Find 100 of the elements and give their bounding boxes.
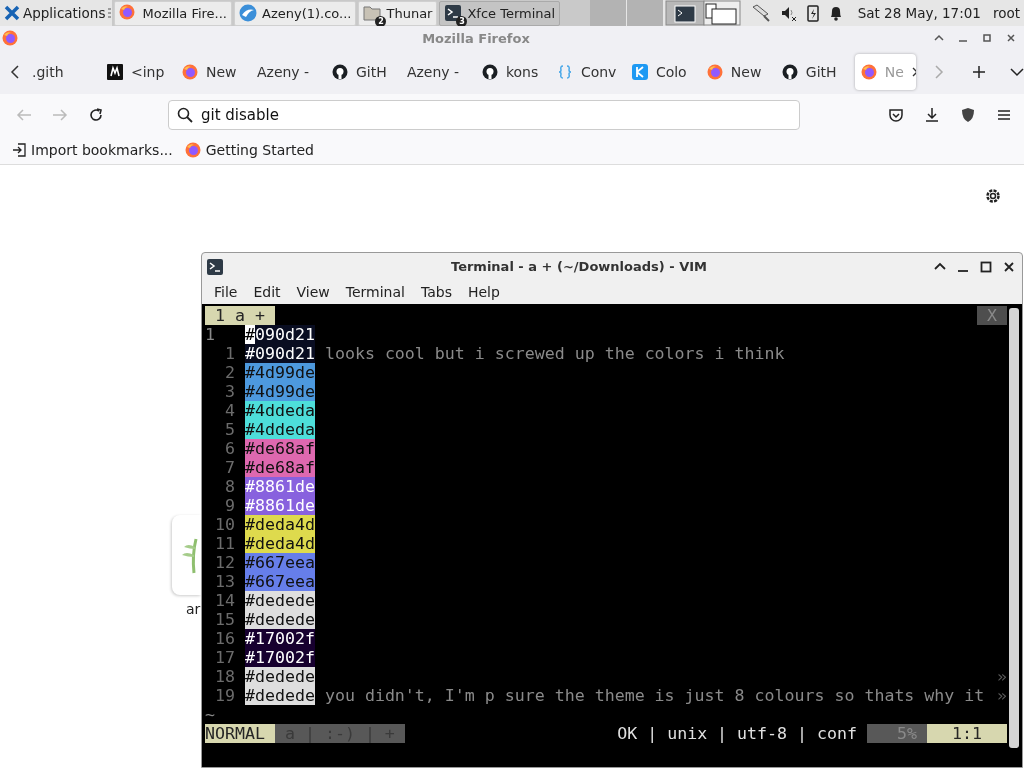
clock[interactable]: Sat 28 May, 17:01 <box>851 0 987 26</box>
line-number: 2 <box>224 363 236 382</box>
new-tab-icon[interactable] <box>972 65 986 79</box>
address-field[interactable]: git disable <box>168 100 800 130</box>
color-code: #17002f <box>245 629 315 648</box>
color-code: #dedede <box>245 591 315 610</box>
browser-tab[interactable]: Colo <box>625 54 699 90</box>
color-code: #090d21 <box>245 344 315 363</box>
color-code: #8861de <box>245 496 315 515</box>
firefox-icon <box>181 64 198 80</box>
workspace-pager-drawing[interactable] <box>589 0 742 26</box>
close-icon[interactable] <box>1006 33 1016 43</box>
download-icon[interactable] <box>924 107 940 123</box>
menu-item[interactable]: View <box>288 284 338 300</box>
vim-mode: NORMAL <box>205 724 275 743</box>
browser-tab[interactable]: Azeny - <box>250 54 324 90</box>
color-code: #dedede <box>245 686 315 705</box>
browser-tab[interactable]: GitH <box>775 54 849 90</box>
github-icon <box>331 64 348 80</box>
menu-item[interactable]: Terminal <box>337 284 413 300</box>
browser-tab[interactable]: .gith <box>26 54 99 90</box>
wrap-mark: » <box>997 667 1007 686</box>
taskbar-button[interactable]: 3 Xfce Terminal <box>439 0 561 26</box>
menu-item[interactable]: File <box>206 284 246 300</box>
line-text: you didn't, I'm p sure the theme is just 8 colours so thats why it <box>323 686 985 705</box>
pocket-icon[interactable] <box>888 107 904 123</box>
firefox-icon <box>119 4 136 20</box>
line-number: 4 <box>224 401 236 420</box>
menu-item[interactable]: Help <box>459 284 508 300</box>
color-code: #4ddeda <box>245 401 315 420</box>
scrollbar[interactable] <box>1009 308 1019 748</box>
tab-list-icon[interactable] <box>1010 65 1024 79</box>
reload-icon[interactable] <box>88 107 104 123</box>
shield-icon[interactable] <box>960 107 976 123</box>
globe-icon <box>239 4 257 22</box>
menu-item[interactable]: Tabs <box>412 284 460 300</box>
bookmark-item[interactable]: Getting Started <box>184 142 314 158</box>
browser-tab[interactable]: <inp <box>101 54 174 90</box>
line-number: 10 <box>214 515 236 534</box>
shortcut-tile[interactable] <box>172 515 201 595</box>
line-number: 9 <box>224 496 236 515</box>
line-number: 11 <box>214 534 236 553</box>
import-icon <box>12 143 26 157</box>
line-number: 16 <box>214 629 236 648</box>
color-code: #667eea <box>245 553 315 572</box>
line-number: 6 <box>224 439 236 458</box>
folder-icon <box>363 4 382 22</box>
browser-tab[interactable]: kons <box>475 54 549 90</box>
separator-icon <box>107 0 113 26</box>
line-number: 3 <box>224 382 236 401</box>
color-code: #dedede <box>245 667 315 686</box>
vim-tab[interactable]: 1 a + <box>205 306 275 325</box>
github-icon <box>481 64 498 80</box>
taskbar-button[interactable]: 2 Thunar <box>358 0 438 26</box>
window-title: Mozilla Firefox <box>421 30 531 46</box>
color-code: #dedede <box>245 610 315 629</box>
file-info: OK | unix | utf-8 | conf <box>617 724 858 743</box>
line-number: 1 <box>224 344 236 363</box>
color-code: #deda4d <box>245 515 315 534</box>
color-code: #deda4d <box>245 534 315 553</box>
bookmark-item[interactable]: Import bookmarks... <box>12 142 173 158</box>
browser-tab[interactable]: GitH <box>325 54 399 90</box>
firefox-logo-icon <box>2 30 18 46</box>
m-logo-icon <box>107 64 123 80</box>
line-number: 8 <box>224 477 236 496</box>
color-code: #de68af <box>245 439 315 458</box>
browser-tab[interactable]: New <box>175 54 249 90</box>
menu-item[interactable]: Edit <box>245 284 289 300</box>
taskbar-button[interactable]: Mozilla Fire... <box>114 0 232 26</box>
firefox-icon <box>184 142 201 158</box>
xfce-logo-icon <box>4 5 20 21</box>
scroll-left-icon[interactable] <box>10 65 20 79</box>
close-icon[interactable] <box>1003 260 1015 273</box>
restore-icon[interactable] <box>980 260 992 273</box>
cursor-position: 1:1 <box>927 724 1007 743</box>
color-code: #4ddeda <box>245 420 315 439</box>
applications-menu[interactable]: Applications <box>0 0 108 26</box>
terminal-icon <box>206 257 224 276</box>
color-code: #667eea <box>245 572 315 591</box>
maximize-icon[interactable] <box>934 33 944 43</box>
wrap-mark: » <box>997 686 1007 705</box>
github-icon <box>781 64 798 80</box>
k-logo-icon <box>631 64 648 80</box>
settings-icon[interactable] <box>984 187 1002 205</box>
color-code: #090d21 <box>245 325 315 344</box>
line-number: 19 <box>214 686 236 705</box>
battery-charging-icon[interactable] <box>805 4 820 22</box>
browser-tab[interactable]: Azeny - <box>400 54 474 90</box>
user-name[interactable]: root <box>986 0 1024 26</box>
browser-tab[interactable]: New <box>700 54 774 90</box>
taskbar-button[interactable]: Azeny(1).co... <box>234 0 357 26</box>
window-title: Terminal - a + (~/Downloads) - VIM <box>450 259 708 274</box>
shortcut-label: ar <box>186 601 201 617</box>
browser-tab[interactable]: Conv <box>550 54 624 90</box>
line-number: 1 <box>205 325 216 344</box>
color-code: #4d99de <box>245 382 315 401</box>
firefox-icon <box>706 64 723 80</box>
line-number: 5 <box>224 420 236 439</box>
color-code: #4d99de <box>245 363 315 382</box>
menu-icon[interactable] <box>996 107 1012 123</box>
